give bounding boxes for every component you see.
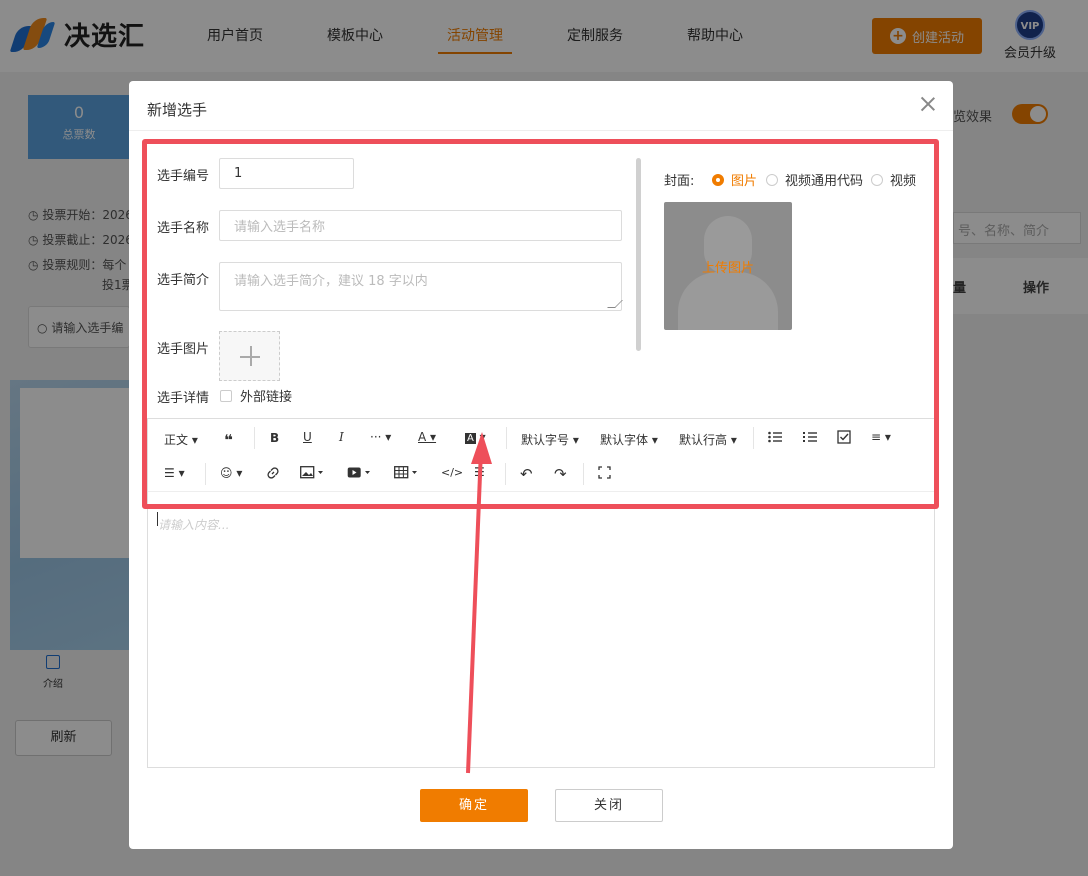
divider-line-icon[interactable]: ☰: [474, 465, 485, 479]
toolbar-separator: [205, 463, 206, 485]
radio-selected-icon: [712, 173, 724, 186]
blockquote-icon[interactable]: ❝: [224, 431, 233, 449]
font-color-icon[interactable]: A ▾: [418, 430, 436, 444]
code-view-icon[interactable]: </>: [441, 466, 463, 479]
toolbar-separator: [505, 463, 506, 485]
fullscreen-icon[interactable]: [598, 466, 611, 479]
player-intro-label: 选手简介: [157, 273, 210, 288]
player-name-label: 选手名称: [157, 221, 210, 236]
cover-option-video-code[interactable]: 视频通用代码: [766, 170, 863, 189]
paragraph-format-dropdown[interactable]: 正文 ▾: [164, 431, 198, 448]
video-insert-icon[interactable]: [347, 466, 371, 479]
caret-down-icon: ▾: [191, 433, 198, 447]
external-link-checkbox[interactable]: [220, 390, 232, 402]
editor-content-area[interactable]: 请输入内容...: [158, 516, 229, 533]
link-icon[interactable]: [266, 466, 280, 480]
indent-icon[interactable]: ☰ ▾: [164, 466, 185, 480]
font-size-label: 默认字号: [521, 433, 570, 447]
table-insert-icon[interactable]: [394, 466, 418, 479]
player-detail-label: 选手详情: [157, 391, 210, 406]
close-button[interactable]: 关闭: [555, 789, 663, 822]
confirm-button[interactable]: 确定: [420, 789, 528, 822]
cover-option-video-label: 视频: [890, 174, 917, 189]
caret-down-icon: ▾: [651, 433, 658, 447]
add-player-modal: 新增选手 选手编号 1 选手名称 请输入选手名称 选手简介 请输入选手简介，建议…: [129, 81, 953, 849]
external-link-label[interactable]: 外部链接: [240, 386, 292, 405]
toolbar-separator: [254, 427, 255, 449]
form-scrollbar[interactable]: [636, 158, 641, 351]
modal-title: 新增选手: [147, 101, 208, 119]
bullet-list-icon[interactable]: [768, 431, 782, 443]
cover-option-image[interactable]: 图片: [712, 170, 757, 189]
image-insert-icon[interactable]: [300, 466, 324, 479]
undo-icon[interactable]: ↶: [520, 465, 533, 483]
avatar-placeholder-body: [678, 272, 778, 330]
cover-option-video[interactable]: 视频: [871, 170, 916, 189]
italic-icon[interactable]: I: [339, 430, 344, 444]
background-color-icon[interactable]: A ▾: [465, 430, 486, 444]
player-image-label: 选手图片: [157, 342, 210, 357]
cover-label: 封面:: [664, 174, 695, 189]
player-number-label: 选手编号: [157, 169, 210, 184]
underline-icon[interactable]: U: [303, 430, 312, 444]
cover-upload-text: 上传图片: [701, 261, 754, 276]
caret-down-icon: ▾: [730, 433, 737, 447]
font-family-label: 默认字体: [600, 433, 649, 447]
toolbar-separator: [506, 427, 507, 449]
emoji-icon[interactable]: ☺ ▾: [220, 466, 242, 480]
radio-icon: [871, 173, 883, 186]
player-number-input[interactable]: 1: [219, 158, 354, 189]
more-style-icon[interactable]: ··· ▾: [370, 430, 391, 444]
close-icon[interactable]: [919, 95, 937, 113]
player-intro-placeholder: 请输入选手简介，建议 18 字以内: [234, 274, 428, 289]
cover-option-video-code-label: 视频通用代码: [785, 174, 864, 189]
player-intro-textarea[interactable]: 请输入选手简介，建议 18 字以内: [219, 262, 623, 311]
font-size-dropdown[interactable]: 默认字号 ▾: [521, 431, 579, 448]
image-upload-button[interactable]: [219, 331, 280, 381]
todo-checkbox-icon[interactable]: [837, 430, 851, 444]
cover-upload-area[interactable]: 上传图片: [664, 202, 792, 330]
resize-handle-icon[interactable]: [607, 300, 623, 308]
editor-toolbar: 正文 ▾ ❝ B U I ··· ▾ A ▾ A ▾ 默认字号 ▾ 默认字体 ▾…: [148, 419, 934, 492]
cover-option-image-label: 图片: [731, 174, 758, 189]
align-icon[interactable]: ≡ ▾: [871, 430, 891, 444]
line-height-dropdown[interactable]: 默认行高 ▾: [679, 431, 737, 448]
player-name-input[interactable]: 请输入选手名称: [219, 210, 622, 241]
redo-icon[interactable]: ↷: [554, 465, 567, 483]
font-family-dropdown[interactable]: 默认字体 ▾: [600, 431, 658, 448]
paragraph-format-label: 正文: [164, 433, 189, 447]
divider: [129, 130, 953, 131]
caret-down-icon: ▾: [572, 433, 579, 447]
line-height-label: 默认行高: [679, 433, 728, 447]
radio-icon: [766, 173, 778, 186]
numbered-list-icon[interactable]: [803, 431, 817, 443]
bold-icon[interactable]: B: [270, 431, 279, 445]
rich-text-editor: 正文 ▾ ❝ B U I ··· ▾ A ▾ A ▾ 默认字号 ▾ 默认字体 ▾…: [147, 418, 935, 768]
toolbar-separator: [753, 427, 754, 449]
toolbar-separator: [583, 463, 584, 485]
